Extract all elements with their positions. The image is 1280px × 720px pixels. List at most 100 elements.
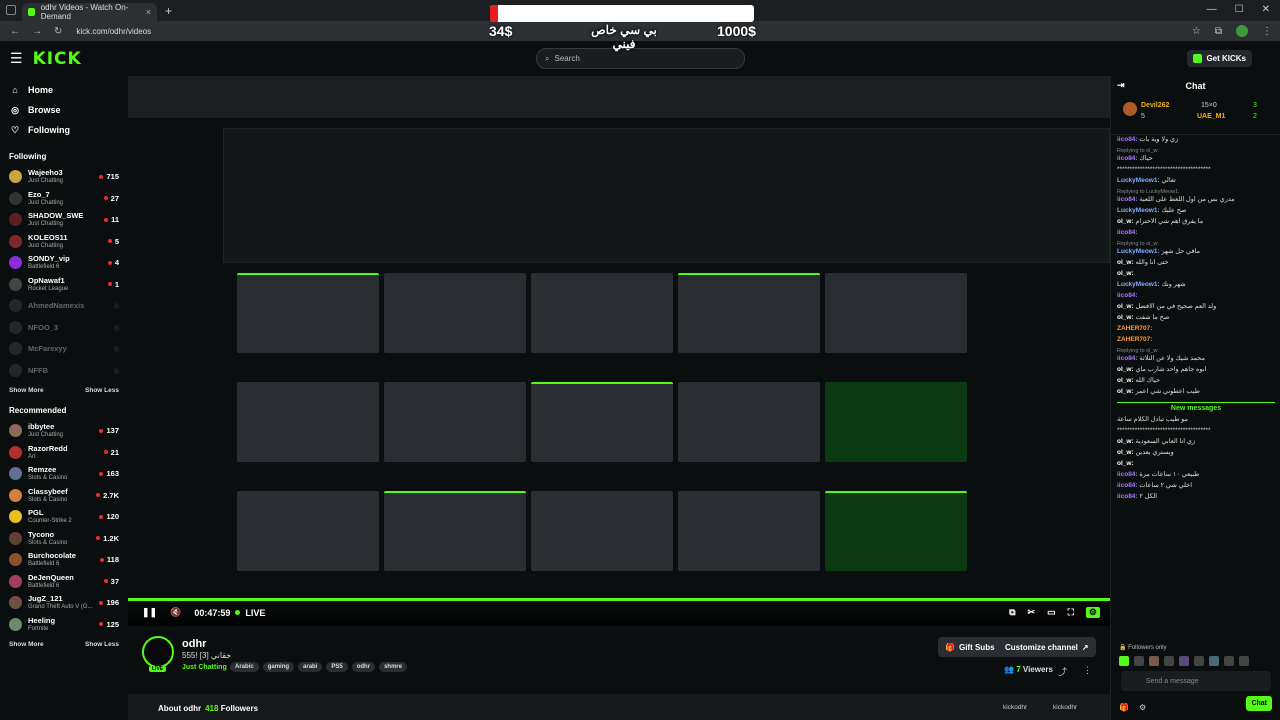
chat-username[interactable]: ZAHER707: <box>1117 336 1152 343</box>
emote-icon[interactable] <box>1224 656 1234 666</box>
video-thumbnail[interactable] <box>384 491 526 571</box>
browser-tab[interactable]: odhr Videos - Watch On-Demand × <box>22 3 157 21</box>
back-icon[interactable]: ← <box>10 26 20 37</box>
video-thumbnail[interactable] <box>531 491 673 571</box>
chat-username[interactable]: ol_w: <box>1117 218 1134 225</box>
channel-item[interactable]: KOLEOS11 Just Chatting 5 <box>0 231 128 253</box>
emote-icon[interactable] <box>1239 656 1249 666</box>
video-thumbnail[interactable] <box>678 382 820 462</box>
minimize-icon[interactable]: — <box>1207 4 1217 15</box>
collapse-chat-icon[interactable]: ⇥ <box>1117 80 1125 91</box>
channel-item[interactable]: SONDY_vip Battlefield 6 4 <box>0 252 128 274</box>
channel-item[interactable]: Heeling Fortnite 125 <box>0 614 128 636</box>
video-thumbnail[interactable] <box>384 273 526 353</box>
emote-icon[interactable] <box>1149 656 1159 666</box>
show-less-button[interactable]: Show Less <box>85 387 119 394</box>
leader-user-1[interactable]: Devil262 <box>1141 102 1169 109</box>
channel-item[interactable]: RazorRedd Art 21 <box>0 442 128 464</box>
sidebar-item-following[interactable]: ♡ Following <box>0 120 128 140</box>
close-window-icon[interactable]: ✕ <box>1262 4 1270 15</box>
tab-actions-icon[interactable] <box>6 5 16 15</box>
stream-category[interactable]: Just Chatting <box>182 664 227 671</box>
video-player[interactable]: ❚❚ 🔇 00:47:59 LIVE ⧉ ✂ ▭ ⛶ ⚙ <box>128 76 1110 626</box>
stream-tag[interactable]: arabi <box>298 662 323 672</box>
show-less-button[interactable]: Show Less <box>85 641 119 648</box>
chat-username[interactable]: ol_w: <box>1117 377 1134 384</box>
video-thumbnail[interactable] <box>237 491 379 571</box>
chat-username[interactable]: LuckyMeow1: <box>1117 248 1160 255</box>
chat-username[interactable]: ol_w: <box>1117 438 1134 445</box>
chat-input[interactable]: Send a message <box>1121 671 1271 691</box>
volume-mute-icon[interactable]: 🔇 <box>170 607 181 618</box>
channel-item[interactable]: AhmedNamexis ⦸ <box>0 295 128 317</box>
channel-name[interactable]: odhr <box>182 638 206 650</box>
chat-username[interactable]: iico84: <box>1117 493 1138 500</box>
settings-gear-icon[interactable]: ⚙ <box>1085 607 1100 618</box>
clip-icon[interactable]: ✂ <box>1028 607 1036 618</box>
video-thumbnail[interactable] <box>237 273 379 353</box>
chat-username[interactable]: ol_w: <box>1117 460 1134 467</box>
theater-mode-icon[interactable]: ▭ <box>1047 607 1056 618</box>
social-link-1[interactable]: kickodhr <box>1003 704 1027 711</box>
video-thumbnail[interactable] <box>678 491 820 571</box>
chat-username[interactable]: iico84: <box>1117 292 1138 299</box>
chat-username[interactable]: ZAHER707: <box>1117 325 1152 332</box>
channel-item[interactable]: ibbytee Just Chatting 137 <box>0 420 128 442</box>
chat-username[interactable]: ol_w: <box>1117 449 1134 456</box>
chat-username[interactable]: LuckyMeow1: <box>1117 281 1160 288</box>
chat-username[interactable]: iico84: <box>1117 155 1138 162</box>
extensions-icon[interactable]: ⧉ <box>1215 26 1222 37</box>
emote-icon[interactable] <box>1194 656 1204 666</box>
chat-username[interactable]: iico84: <box>1117 355 1138 362</box>
channel-item[interactable]: Ezo_7 Just Chatting 27 <box>0 188 128 210</box>
search-input[interactable]: ⌕ Search <box>536 48 745 69</box>
menu-dots-icon[interactable]: ⋮ <box>1262 26 1272 37</box>
leader-user-2[interactable]: UAE_M1 <box>1197 113 1225 120</box>
channel-item[interactable]: SHADOW_SWE Just Chatting 11 <box>0 209 128 231</box>
gift-subs-button[interactable]: 🎁 Gift Subs <box>938 637 1002 657</box>
share-icon[interactable]: ⤴ <box>1058 665 1067 678</box>
emote-icon[interactable] <box>1179 656 1189 666</box>
chat-username[interactable]: iico84: <box>1117 196 1138 203</box>
channel-item[interactable]: NFFB ⦸ <box>0 360 128 382</box>
channel-avatar[interactable]: LIVE <box>142 636 174 672</box>
video-thumbnail[interactable] <box>678 273 820 353</box>
channel-item[interactable]: Tycono Slots & Casino 1.2K <box>0 528 128 550</box>
pip-icon[interactable]: ⧉ <box>1009 607 1015 618</box>
chat-username[interactable]: iico84: <box>1117 136 1138 143</box>
chat-settings-icon[interactable]: ⚙ <box>1139 703 1146 712</box>
chat-username[interactable]: iico84: <box>1117 229 1138 236</box>
hamburger-menu-icon[interactable]: ☰ <box>10 50 23 67</box>
channel-item[interactable]: Burchocolate Battlefield 6 118 <box>0 549 128 571</box>
chat-username[interactable]: iico84: <box>1117 482 1138 489</box>
video-thumbnail[interactable] <box>825 273 967 353</box>
url-field[interactable]: kick.com/odhr/videos <box>76 27 151 36</box>
maximize-icon[interactable]: ☐ <box>1235 4 1244 15</box>
show-more-button[interactable]: Show More <box>9 387 44 394</box>
pause-icon[interactable]: ❚❚ <box>142 607 157 618</box>
stream-tag[interactable]: odhr <box>351 662 376 672</box>
video-thumbnail[interactable] <box>825 491 967 571</box>
video-thumbnail[interactable] <box>531 382 673 462</box>
bookmark-star-icon[interactable]: ☆ <box>1192 26 1201 37</box>
channel-item[interactable]: DeJenQueen Battlefield 6 37 <box>0 571 128 593</box>
channel-item[interactable]: Classybeef Slots & Casino 2.7K <box>0 485 128 507</box>
chat-username[interactable]: ol_w: <box>1117 314 1134 321</box>
stream-tag[interactable]: Arabic <box>230 662 259 672</box>
chat-username[interactable]: LuckyMeow1: <box>1117 207 1160 214</box>
chat-username[interactable]: ol_w: <box>1117 388 1134 395</box>
channel-item[interactable]: McFarexyy ⦸ <box>0 338 128 360</box>
new-messages-divider[interactable]: New messages <box>1117 402 1275 412</box>
forward-icon[interactable]: → <box>32 26 42 37</box>
channel-item[interactable]: NFOO_3 ⦸ <box>0 317 128 339</box>
fullscreen-icon[interactable]: ⛶ <box>1068 607 1074 618</box>
emote-icon[interactable] <box>1164 656 1174 666</box>
customize-channel-button[interactable]: Customize channel ↗ <box>998 637 1096 657</box>
sidebar-item-home[interactable]: ⌂ Home <box>0 80 128 100</box>
chat-username[interactable]: ol_w: <box>1117 303 1134 310</box>
more-options-icon[interactable]: ⋮ <box>1083 665 1092 676</box>
gift-icon[interactable]: 🎁 <box>1119 703 1129 712</box>
stream-tag[interactable]: shmre <box>379 662 408 672</box>
video-thumbnail[interactable] <box>531 273 673 353</box>
chat-username[interactable]: ol_w: <box>1117 259 1134 266</box>
